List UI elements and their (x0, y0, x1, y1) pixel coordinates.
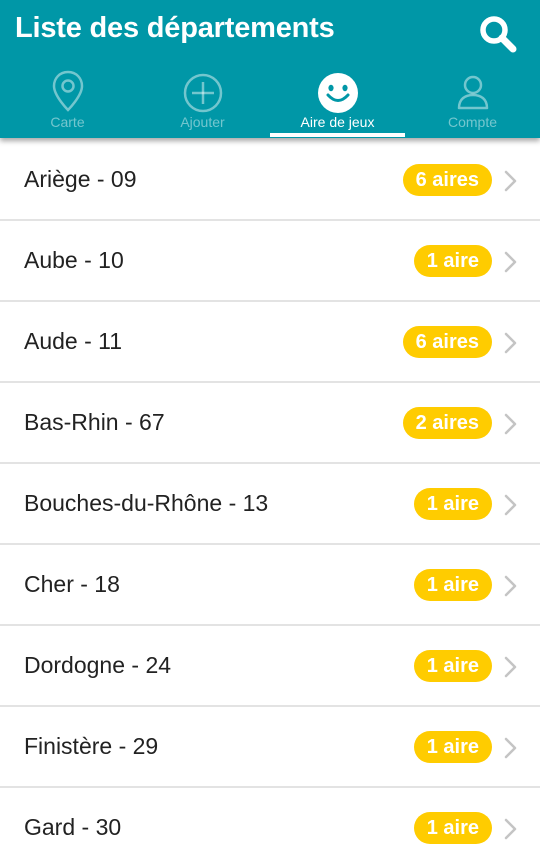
page-title: Liste des départements (15, 12, 335, 44)
list-item[interactable]: Dordogne - 24 1 aire (0, 626, 540, 707)
chevron-right-icon (504, 413, 517, 435)
list-item[interactable]: Aude - 11 6 aires (0, 302, 540, 383)
active-tab-indicator (270, 133, 405, 137)
department-name: Ariège - 09 (24, 166, 137, 192)
tab-carte[interactable]: Carte (0, 64, 135, 138)
search-button[interactable] (476, 12, 520, 56)
chevron-right-icon (504, 818, 517, 840)
tab-aire-de-jeux[interactable]: Aire de jeux (270, 64, 405, 138)
count-badge: 1 aire (413, 245, 492, 277)
chevron-right-icon (504, 251, 517, 273)
list-item[interactable]: Cher - 18 1 aire (0, 545, 540, 626)
department-name: Cher - 18 (24, 571, 120, 597)
map-pin-icon (52, 70, 84, 112)
count-badge: 1 aire (413, 650, 492, 682)
list-item[interactable]: Bouches-du-Rhône - 13 1 aire (0, 464, 540, 545)
list-item[interactable]: Aube - 10 1 aire (0, 221, 540, 302)
department-name: Finistère - 29 (24, 733, 159, 759)
list-item[interactable]: Ariège - 09 6 aires (0, 140, 540, 221)
count-badge: 1 aire (413, 731, 492, 763)
chevron-right-icon (504, 737, 517, 759)
app-header: Liste des départements Carte Ajouter Air… (0, 0, 540, 138)
department-name: Aube - 10 (24, 247, 124, 273)
department-name: Dordogne - 24 (24, 652, 172, 678)
tab-label-ajouter: Ajouter (180, 114, 225, 130)
count-badge: 2 aires (402, 407, 492, 439)
tab-label-compte: Compte (447, 114, 498, 130)
tab-label-carte: Carte (50, 114, 85, 130)
chevron-right-icon (504, 332, 517, 354)
app-screen: Liste des départements Carte Ajouter Air… (0, 0, 540, 849)
user-icon (457, 75, 489, 110)
department-list: Ariège - 09 6 aires Aube - 10 1 aire Aud… (0, 140, 540, 849)
tab-label-aire-de-jeux: Aire de jeux (300, 114, 375, 130)
count-badge: 1 aire (413, 569, 492, 601)
tab-compte[interactable]: Compte (405, 64, 540, 138)
tab-ajouter[interactable]: Ajouter (135, 64, 270, 138)
list-item[interactable]: Gard - 30 1 aire (0, 788, 540, 849)
list-item[interactable]: Finistère - 29 1 aire (0, 707, 540, 788)
add-circle-icon (183, 73, 223, 113)
chevron-right-icon (504, 170, 517, 192)
department-name: Bouches-du-Rhône - 13 (24, 490, 269, 516)
search-icon (480, 16, 517, 53)
department-name: Bas-Rhin - 67 (24, 409, 165, 435)
department-name: Gard - 30 (24, 814, 122, 840)
tab-bar: Carte Ajouter Aire de jeux Compte (0, 64, 540, 138)
chevron-right-icon (504, 494, 517, 516)
count-badge: 6 aires (402, 164, 492, 196)
count-badge: 1 aire (413, 488, 492, 520)
count-badge: 1 aire (413, 812, 492, 844)
smiley-icon (318, 73, 358, 113)
chevron-right-icon (504, 575, 517, 597)
count-badge: 6 aires (402, 326, 492, 358)
department-name: Aude - 11 (24, 328, 123, 354)
list-item[interactable]: Bas-Rhin - 67 2 aires (0, 383, 540, 464)
chevron-right-icon (504, 656, 517, 678)
